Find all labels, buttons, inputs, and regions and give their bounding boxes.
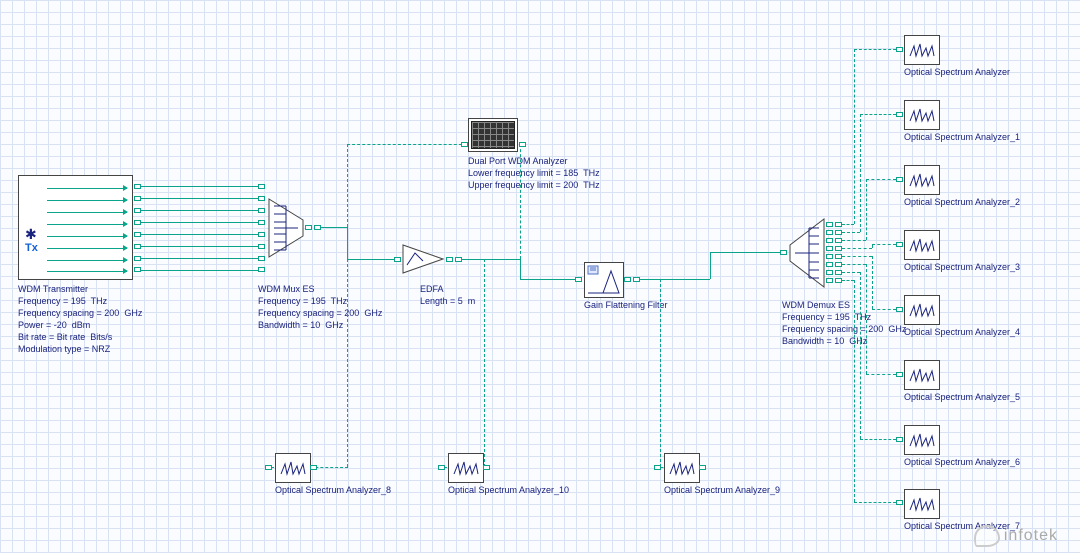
watermark: infotek: [974, 525, 1058, 547]
wdm-transmitter-param-4: Modulation type = NRZ: [18, 344, 110, 356]
optical-spectrum-analyzer-0[interactable]: [904, 35, 940, 65]
osa-label-2: Optical Spectrum Analyzer_2: [904, 197, 1020, 209]
dual-port-wdm-analyzer-param-0: Lower frequency limit = 185 THz: [468, 168, 600, 180]
wdm-transmitter-param-0: Frequency = 195 THz: [18, 296, 107, 308]
osa-label-0: Optical Spectrum Analyzer: [904, 67, 1010, 79]
optical-spectrum-analyzer-7[interactable]: [904, 489, 940, 519]
edfa-block[interactable]: [401, 243, 445, 275]
osa-label-3: Optical Spectrum Analyzer_3: [904, 262, 1020, 274]
osa-label-10: Optical Spectrum Analyzer_10: [448, 485, 569, 497]
optical-spectrum-analyzer-8[interactable]: [275, 453, 311, 483]
dual-port-wdm-analyzer-title: Dual Port WDM Analyzer: [468, 156, 568, 168]
optical-spectrum-analyzer-6[interactable]: [904, 425, 940, 455]
edfa-title: EDFA: [420, 284, 444, 296]
osa-label-4: Optical Spectrum Analyzer_4: [904, 327, 1020, 339]
wdm-mux-block[interactable]: [268, 198, 304, 258]
osa-label-8: Optical Spectrum Analyzer_8: [275, 485, 391, 497]
optical-spectrum-analyzer-4[interactable]: [904, 295, 940, 325]
wdm-demux-title: WDM Demux ES: [782, 300, 850, 312]
wdm-transmitter-title: WDM Transmitter: [18, 284, 88, 296]
diagram-canvas[interactable]: ✱ Tx WDM Transmitter Frequency = 195 THz…: [0, 0, 1080, 553]
gain-flattening-filter-block[interactable]: [584, 262, 624, 298]
wdm-demux-param-1: Frequency spacing = 200 GHz: [782, 324, 906, 336]
dual-port-wdm-analyzer-block[interactable]: [468, 118, 518, 152]
wdm-transmitter-param-1: Frequency spacing = 200 GHz: [18, 308, 142, 320]
optical-spectrum-analyzer-9[interactable]: [664, 453, 700, 483]
dual-port-wdm-analyzer-param-1: Upper frequency limit = 200 THz: [468, 180, 600, 192]
osa-label-6: Optical Spectrum Analyzer_6: [904, 457, 1020, 469]
gain-flattening-filter-title: Gain Flattening Filter: [584, 300, 668, 312]
optical-spectrum-analyzer-10[interactable]: [448, 453, 484, 483]
wdm-transmitter-param-2: Power = -20 dBm: [18, 320, 90, 332]
wdm-mux-title: WDM Mux ES: [258, 284, 315, 296]
wdm-transmitter-param-3: Bit rate = Bit rate Bits/s: [18, 332, 112, 344]
osa-label-9: Optical Spectrum Analyzer_9: [664, 485, 780, 497]
wdm-transmitter-block[interactable]: ✱ Tx: [18, 175, 133, 280]
wdm-mux-param-0: Frequency = 195 THz: [258, 296, 347, 308]
wdm-mux-param-1: Frequency spacing = 200 GHz: [258, 308, 382, 320]
edfa-param-0: Length = 5 m: [420, 296, 475, 308]
osa-label-5: Optical Spectrum Analyzer_5: [904, 392, 1020, 404]
chat-bubble-icon: [974, 525, 1000, 547]
osa-label-1: Optical Spectrum Analyzer_1: [904, 132, 1020, 144]
optical-spectrum-analyzer-5[interactable]: [904, 360, 940, 390]
optical-spectrum-analyzer-1[interactable]: [904, 100, 940, 130]
optical-spectrum-analyzer-2[interactable]: [904, 165, 940, 195]
watermark-text: infotek: [1004, 527, 1058, 545]
optical-spectrum-analyzer-3[interactable]: [904, 230, 940, 260]
wdm-demux-block[interactable]: [789, 218, 825, 288]
wdm-mux-param-2: Bandwidth = 10 GHz: [258, 320, 343, 332]
wdm-demux-param-0: Frequency = 195 THz: [782, 312, 871, 324]
